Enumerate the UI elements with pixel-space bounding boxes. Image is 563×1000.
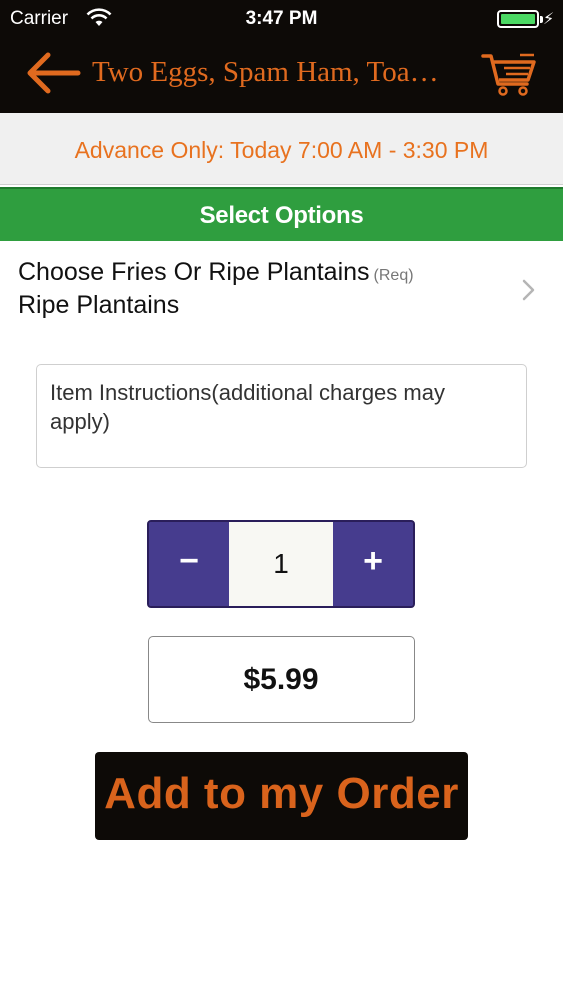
option-title: Choose Fries Or Ripe Plantains (Req) (18, 258, 414, 287)
availability-banner: Advance Only: Today 7:00 AM - 3:30 PM (0, 113, 563, 185)
status-bar: Carrier 3:47 PM ⚡ (0, 0, 563, 38)
price-box: $5.99 (148, 636, 415, 723)
instructions-placeholder: Item Instructions(additional charges may… (50, 380, 445, 434)
quantity-value: 1 (273, 548, 289, 579)
status-time: 3:47 PM (245, 8, 318, 29)
header: Carrier 3:47 PM ⚡ Two Eggs, Spam Ham, To… (0, 0, 563, 113)
decrease-quantity-button[interactable]: − (149, 522, 229, 606)
section-title: Select Options (199, 202, 364, 229)
option-row-fries-or-plantains[interactable]: Choose Fries Or Ripe Plantains (Req) Ripe… (0, 251, 563, 323)
add-to-order-label: Add to my Order (104, 769, 459, 818)
charging-bolt-icon: ⚡ (543, 11, 555, 28)
minus-icon: − (179, 542, 199, 580)
chevron-right-icon (522, 279, 535, 301)
battery-icon (497, 10, 543, 28)
price-value: $5.99 (243, 663, 319, 696)
nav-bar: Two Eggs, Spam Ham, Toa… (0, 38, 563, 113)
availability-text: Advance Only: Today 7:00 AM - 3:30 PM (74, 137, 489, 163)
option-selected-value: Ripe Plantains (18, 291, 180, 319)
quantity-value-box: 1 (229, 522, 333, 606)
increase-quantity-button[interactable]: + (333, 522, 413, 606)
cart-icon[interactable] (480, 50, 538, 98)
option-title-text: Choose Fries Or Ripe Plantains (18, 258, 370, 286)
plus-icon: + (363, 542, 383, 580)
page-title: Two Eggs, Spam Ham, Toa… (92, 56, 439, 88)
quantity-stepper: − 1 + (147, 520, 415, 608)
add-to-order-button[interactable]: Add to my Order (95, 752, 468, 840)
section-header: Select Options (0, 187, 563, 241)
item-instructions-field[interactable]: Item Instructions(additional charges may… (36, 364, 527, 468)
required-tag: (Req) (373, 267, 414, 284)
arrow-left-icon[interactable] (24, 50, 82, 96)
